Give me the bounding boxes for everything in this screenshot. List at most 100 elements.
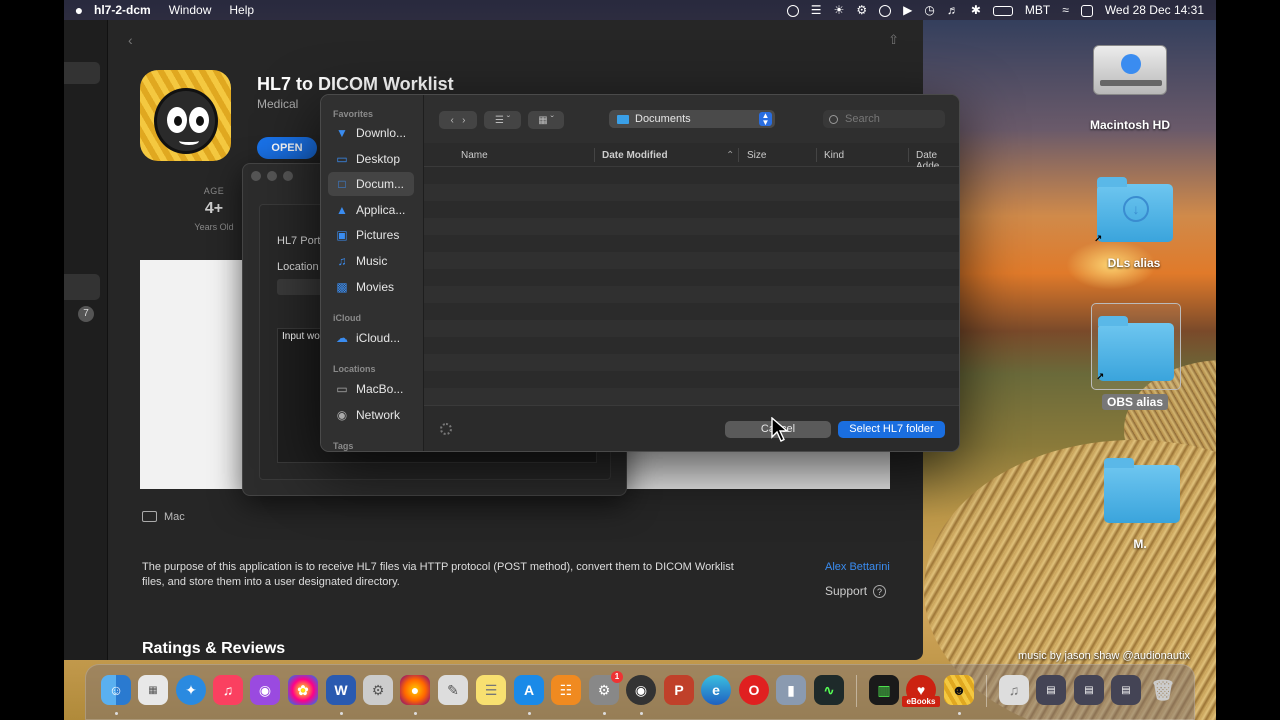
status-opera-icon[interactable] bbox=[786, 3, 799, 17]
opera-icon[interactable]: O bbox=[739, 675, 769, 705]
list-view-button[interactable]: ☰ ˇ bbox=[484, 111, 521, 129]
m-folder-label[interactable]: M. bbox=[1110, 537, 1170, 551]
edge-icon[interactable]: e bbox=[701, 675, 731, 705]
system-utility-icon[interactable]: ⚙ bbox=[363, 675, 393, 705]
powerpoint-icon[interactable]: P bbox=[664, 675, 694, 705]
support-label: Support bbox=[825, 584, 868, 598]
parallels-icon[interactable]: ▮ bbox=[776, 675, 806, 705]
play-icon[interactable]: ▶ bbox=[903, 3, 912, 17]
support-link[interactable]: Support? bbox=[825, 584, 887, 598]
input-source[interactable]: MBT bbox=[1025, 3, 1050, 17]
sidebar-item-music[interactable]: ♫ Music bbox=[328, 249, 414, 273]
sidebar-item-label: iCloud... bbox=[356, 331, 401, 345]
menu-clock[interactable]: Wed 28 Dec 14:31 bbox=[1105, 3, 1204, 17]
trash-icon[interactable]: 🗑 bbox=[1148, 675, 1178, 705]
status-circle-icon[interactable] bbox=[879, 3, 892, 17]
chevron-updown-icon: ▲ ▼ bbox=[759, 112, 772, 127]
stack-icon-1[interactable]: ▤ bbox=[1036, 675, 1066, 705]
volume-icon[interactable]: ♬ bbox=[947, 3, 959, 17]
ebooks-label: eBooks bbox=[902, 696, 940, 707]
battery-icon[interactable] bbox=[992, 3, 1013, 17]
dls-alias-label[interactable]: DLs alias bbox=[1090, 256, 1178, 270]
word-icon[interactable]: W bbox=[326, 675, 356, 705]
monitor-app-icon[interactable]: ▥ bbox=[869, 675, 899, 705]
system-preferences-icon[interactable]: ⚙ 1 bbox=[589, 671, 623, 705]
status-stack-icon[interactable]: ☰ bbox=[811, 3, 822, 17]
back-chevron-icon[interactable]: ‹ bbox=[128, 32, 133, 48]
screenshot-preview-2[interactable] bbox=[626, 452, 890, 489]
hl7-2-dcm-icon[interactable]: ☻ bbox=[944, 675, 974, 705]
textedit-icon[interactable]: ✎ bbox=[438, 675, 468, 705]
location-popup[interactable]: Documents ▲ ▼ bbox=[609, 110, 775, 128]
obs-icon[interactable]: ◉ bbox=[626, 675, 656, 705]
music-folder-icon[interactable]: ♫ bbox=[999, 675, 1029, 705]
chevron-left-icon[interactable]: ‹ bbox=[450, 115, 453, 126]
notes-icon[interactable]: ☰ bbox=[476, 675, 506, 705]
sidebar-item-pictures[interactable]: ▣ Pictures bbox=[328, 223, 414, 247]
sidebar-search-field[interactable] bbox=[64, 62, 100, 84]
app-menu[interactable]: hl7-2-dcm bbox=[94, 3, 151, 17]
select-folder-button[interactable]: Select HL7 folder bbox=[838, 421, 945, 438]
alias-arrow-icon: ↗ bbox=[1096, 372, 1105, 383]
column-name[interactable]: Name bbox=[461, 150, 488, 161]
time-machine-icon[interactable]: ◷ bbox=[924, 3, 934, 17]
app-store-icon[interactable]: A bbox=[514, 675, 544, 705]
firefox-icon[interactable]: ● bbox=[400, 675, 430, 705]
ebooks-icon[interactable]: ♥ eBooks bbox=[902, 675, 940, 707]
stack-icon-2[interactable]: ▤ bbox=[1074, 675, 1104, 705]
open-button[interactable]: OPEN bbox=[257, 137, 317, 159]
minimize-button[interactable] bbox=[267, 171, 277, 181]
close-button[interactable] bbox=[251, 171, 261, 181]
screenshot-preview[interactable] bbox=[140, 260, 244, 489]
podcasts-icon[interactable]: ◉ bbox=[250, 675, 280, 705]
photos-icon[interactable]: ✿ bbox=[288, 675, 318, 705]
download-icon: ↓ bbox=[1123, 196, 1149, 222]
chevron-right-icon[interactable]: › bbox=[462, 115, 465, 126]
music-app-icon[interactable]: ♫ bbox=[213, 675, 243, 705]
sidebar-item-macbook[interactable]: ▭ MacBo... bbox=[328, 377, 414, 401]
column-kind[interactable]: Kind bbox=[824, 150, 844, 161]
apple-menu-icon[interactable]: ● bbox=[64, 2, 94, 18]
column-size[interactable]: Size bbox=[747, 150, 766, 161]
books-icon[interactable]: ☷ bbox=[551, 675, 581, 705]
search-field[interactable]: Search bbox=[823, 110, 945, 128]
activity-monitor-icon[interactable]: ∿ bbox=[814, 675, 844, 705]
share-icon[interactable]: ⇧ bbox=[888, 32, 899, 48]
sidebar-item-downloads[interactable]: ▼ Downlo... bbox=[328, 121, 414, 145]
sidebar-item-selected[interactable] bbox=[64, 274, 100, 300]
status-gear-icon[interactable]: ⚙ bbox=[856, 3, 867, 17]
pictures-icon: ▣ bbox=[336, 228, 348, 242]
sidebar-item-network[interactable]: ◉ Network bbox=[328, 403, 414, 427]
control-center-icon[interactable] bbox=[1080, 3, 1093, 17]
safari-icon[interactable]: ✦ bbox=[176, 675, 206, 705]
obs-alias-folder-icon[interactable] bbox=[1098, 316, 1174, 381]
help-menu[interactable]: Help bbox=[229, 3, 254, 17]
stack-icon-3[interactable]: ▤ bbox=[1111, 675, 1141, 705]
grid-view-button[interactable]: ▦ ˇ bbox=[528, 111, 564, 129]
sidebar-item-documents[interactable]: □ Docum... bbox=[328, 172, 414, 196]
m-folder-icon[interactable] bbox=[1104, 458, 1180, 523]
developer-link[interactable]: Alex Bettarini bbox=[825, 561, 890, 573]
obs-alias-label[interactable]: OBS alias bbox=[1102, 394, 1168, 410]
dls-alias-folder-icon[interactable]: ↓ bbox=[1097, 177, 1173, 242]
zoom-button[interactable] bbox=[283, 171, 293, 181]
sidebar-item-applications[interactable]: ▲ Applica... bbox=[328, 198, 414, 222]
window-menu[interactable]: Window bbox=[169, 3, 212, 17]
finder-icon[interactable]: ☺ bbox=[101, 675, 131, 705]
sidebar-item-movies[interactable]: ▩ Movies bbox=[328, 275, 414, 299]
sidebar-item-desktop[interactable]: ▭ Desktop bbox=[328, 147, 414, 171]
column-date-modified[interactable]: Date Modified bbox=[602, 150, 668, 161]
age-value: 4+ bbox=[204, 200, 224, 217]
file-list[interactable] bbox=[424, 167, 959, 405]
sidebar-item-icloud[interactable]: ☁ iCloud... bbox=[328, 326, 414, 350]
brightness-icon[interactable]: ☀ bbox=[834, 3, 845, 17]
back-forward-buttons[interactable]: ‹ › bbox=[439, 111, 477, 129]
globe-icon: ◉ bbox=[336, 408, 348, 422]
app-icon bbox=[140, 70, 231, 161]
wifi-icon[interactable]: ≈ bbox=[1062, 3, 1069, 17]
launchpad-icon[interactable]: ▦ bbox=[138, 675, 168, 705]
bluetooth-icon[interactable]: ✱ bbox=[971, 3, 981, 17]
macintosh-hd-label[interactable]: Macintosh HD bbox=[1080, 118, 1180, 132]
hard-drive-icon[interactable] bbox=[1093, 45, 1167, 95]
file-dialog-footer: Cancel Select HL7 folder bbox=[424, 405, 959, 451]
